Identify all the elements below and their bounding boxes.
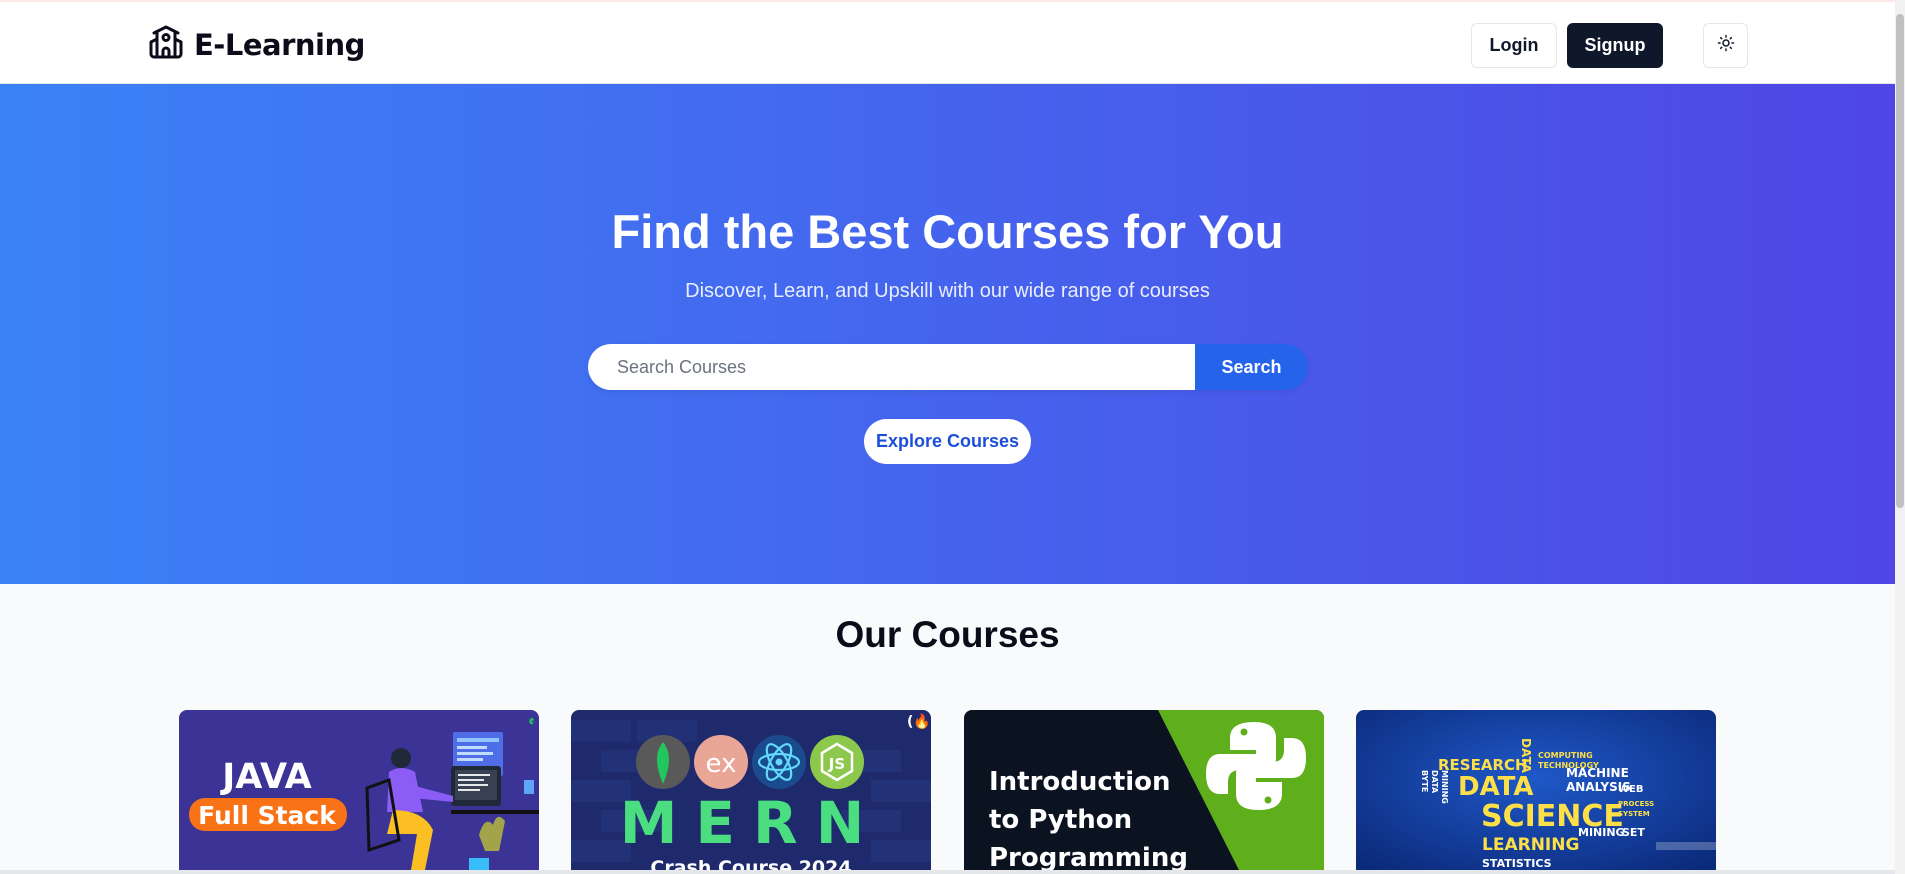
- course-thumbnail-python: Introduction to Python Programming: [964, 710, 1324, 874]
- word-process: PROCESS: [1618, 800, 1654, 808]
- course-card-java[interactable]: JAVA Full Stack ꬲ: [179, 710, 539, 874]
- hero-title: Find the Best Courses for You: [611, 205, 1284, 258]
- theme-toggle-button[interactable]: [1703, 23, 1748, 68]
- word-mining-small: MINING: [1440, 770, 1449, 804]
- word-learning: LEARNING: [1482, 835, 1579, 855]
- word-set: SET: [1622, 826, 1645, 839]
- python-line-2: to Python: [989, 805, 1132, 835]
- course-card-python[interactable]: Introduction to Python Programming: [964, 710, 1324, 874]
- course-card-data-science[interactable]: RESEARCH DATA SCIENCE LEARNING MACHINE A…: [1356, 710, 1716, 874]
- page-scrollbar[interactable]: [1895, 0, 1905, 874]
- node-badge: JS: [828, 755, 845, 773]
- sun-icon: [1717, 34, 1735, 57]
- word-technology: TECHNOLOGY: [1538, 761, 1599, 770]
- school-icon: [148, 24, 184, 65]
- mern-title: MERN: [620, 789, 883, 857]
- search-button[interactable]: Search: [1195, 344, 1308, 390]
- word-byte: BYTE: [1420, 770, 1429, 792]
- course-thumbnail-java: JAVA Full Stack ꬲ: [179, 710, 539, 874]
- bottom-edge: [0, 870, 1905, 874]
- search-bar: Search: [588, 344, 1308, 390]
- hero-subtitle: Discover, Learn, and Upskill with our wi…: [685, 280, 1210, 302]
- word-web: WEB: [1618, 784, 1643, 795]
- course-thumbnail-data-science: RESEARCH DATA SCIENCE LEARNING MACHINE A…: [1356, 710, 1716, 874]
- word-statistics: STATISTICS: [1482, 857, 1552, 870]
- word-data-vertical: DATA: [1519, 738, 1533, 774]
- word-data: DATA: [1458, 772, 1534, 802]
- brand-name: E-Learning: [194, 27, 365, 62]
- python-line-1: Introduction: [989, 767, 1171, 797]
- svg-text:ꬲ: ꬲ: [529, 713, 534, 727]
- course-card-mern[interactable]: (🔥) ex JS MERN Crash Course 2024: [571, 710, 931, 874]
- login-button[interactable]: Login: [1471, 23, 1557, 68]
- word-mining: MINING: [1578, 826, 1625, 839]
- scrollbar-thumb[interactable]: [1896, 14, 1904, 508]
- python-line-3: Programming: [989, 843, 1188, 873]
- explore-courses-button[interactable]: Explore Courses: [864, 419, 1031, 464]
- express-badge: ex: [706, 749, 737, 779]
- java-title: JAVA: [220, 757, 312, 797]
- courses-section-title: Our Courses: [835, 614, 1060, 655]
- navbar: E-Learning Login Signup: [0, 0, 1905, 84]
- word-data-small: DATA: [1430, 770, 1439, 794]
- search-input[interactable]: [588, 344, 1195, 390]
- signup-button[interactable]: Signup: [1567, 23, 1663, 68]
- hero-section: Find the Best Courses for You Discover, …: [0, 84, 1895, 584]
- course-thumbnail-mern: (🔥) ex JS MERN Crash Course 2024: [571, 710, 931, 874]
- word-computing: COMPUTING: [1538, 751, 1593, 760]
- svg-text:(🔥): (🔥): [907, 713, 931, 730]
- brand-logo[interactable]: E-Learning: [148, 24, 365, 65]
- word-system: SYSTEM: [1618, 810, 1650, 818]
- java-subtitle: Full Stack: [198, 801, 337, 830]
